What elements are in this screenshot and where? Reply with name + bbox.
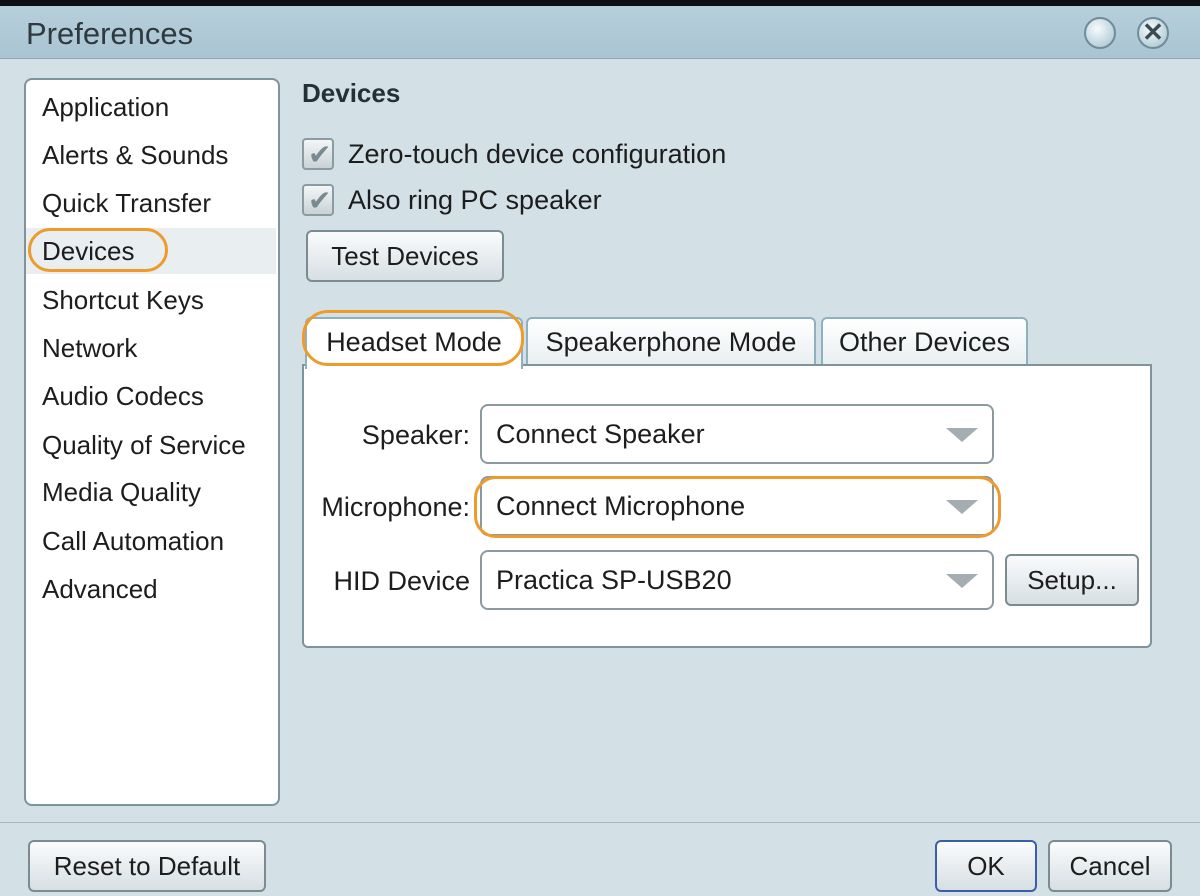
sidebar-item-alerts-sounds[interactable]: Alerts & Sounds (26, 132, 276, 178)
setup-button[interactable]: Setup... (1005, 554, 1139, 606)
hid-device-value: Practica SP-USB20 (496, 565, 732, 595)
preferences-window: Preferences ✕ Application Alerts & Sound… (0, 0, 1200, 896)
microphone-label: Microphone: (321, 492, 470, 522)
minimize-icon[interactable] (1084, 17, 1116, 49)
chevron-down-icon (946, 428, 978, 442)
sidebar-item-advanced[interactable]: Advanced (26, 566, 276, 612)
close-glyph: ✕ (1142, 17, 1164, 47)
ring-pc-row[interactable]: ✔ Also ring PC speaker (302, 182, 602, 218)
ok-button[interactable]: OK (935, 840, 1037, 892)
sidebar-item-quick-transfer[interactable]: Quick Transfer (26, 180, 276, 226)
sidebar-item-audio-codecs[interactable]: Audio Codecs (26, 373, 276, 419)
zero-touch-label[interactable]: Zero-touch device configuration (348, 139, 726, 170)
microphone-value: Connect Microphone (496, 491, 746, 521)
microphone-select[interactable]: Connect Microphone (480, 476, 994, 536)
sidebar-item-application[interactable]: Application (26, 84, 276, 130)
sidebar-item-shortcut-keys[interactable]: Shortcut Keys (26, 277, 276, 323)
title-bar[interactable]: Preferences ✕ (0, 6, 1200, 59)
tab-speakerphone-mode[interactable]: Speakerphone Mode (526, 317, 816, 367)
sidebar-item-quality-of-service[interactable]: Quality of Service (26, 422, 276, 468)
speaker-label: Speaker: (361, 420, 470, 450)
reset-to-default-button[interactable]: Reset to Default (28, 840, 266, 892)
test-devices-button[interactable]: Test Devices (306, 230, 504, 282)
tab-other-devices[interactable]: Other Devices (821, 317, 1028, 367)
section-title: Devices (302, 78, 401, 108)
zero-touch-row[interactable]: ✔ Zero-touch device configuration (302, 136, 726, 172)
sidebar: Application Alerts & Sounds Quick Transf… (24, 78, 280, 806)
speaker-value: Connect Speaker (496, 419, 705, 449)
sidebar-item-devices[interactable]: Devices (26, 228, 276, 274)
sidebar-item-network[interactable]: Network (26, 325, 276, 371)
sidebar-item-call-automation[interactable]: Call Automation (26, 518, 276, 564)
speaker-select[interactable]: Connect Speaker (480, 404, 994, 464)
window-title: Preferences (26, 16, 194, 51)
chevron-down-icon (946, 574, 978, 588)
footer-divider (0, 822, 1200, 823)
check-icon: ✔ (308, 139, 332, 170)
zero-touch-checkbox[interactable]: ✔ (302, 138, 334, 170)
ring-pc-label[interactable]: Also ring PC speaker (348, 185, 602, 216)
hid-device-select[interactable]: Practica SP-USB20 (480, 550, 994, 610)
ring-pc-checkbox[interactable]: ✔ (302, 184, 334, 216)
hid-device-label: HID Device (333, 566, 470, 596)
tab-headset-mode[interactable]: Headset Mode (305, 317, 523, 369)
sidebar-item-media-quality[interactable]: Media Quality (26, 469, 276, 515)
cancel-button[interactable]: Cancel (1048, 840, 1172, 892)
close-icon[interactable]: ✕ (1137, 17, 1169, 49)
chevron-down-icon (946, 500, 978, 514)
check-icon: ✔ (308, 185, 332, 216)
